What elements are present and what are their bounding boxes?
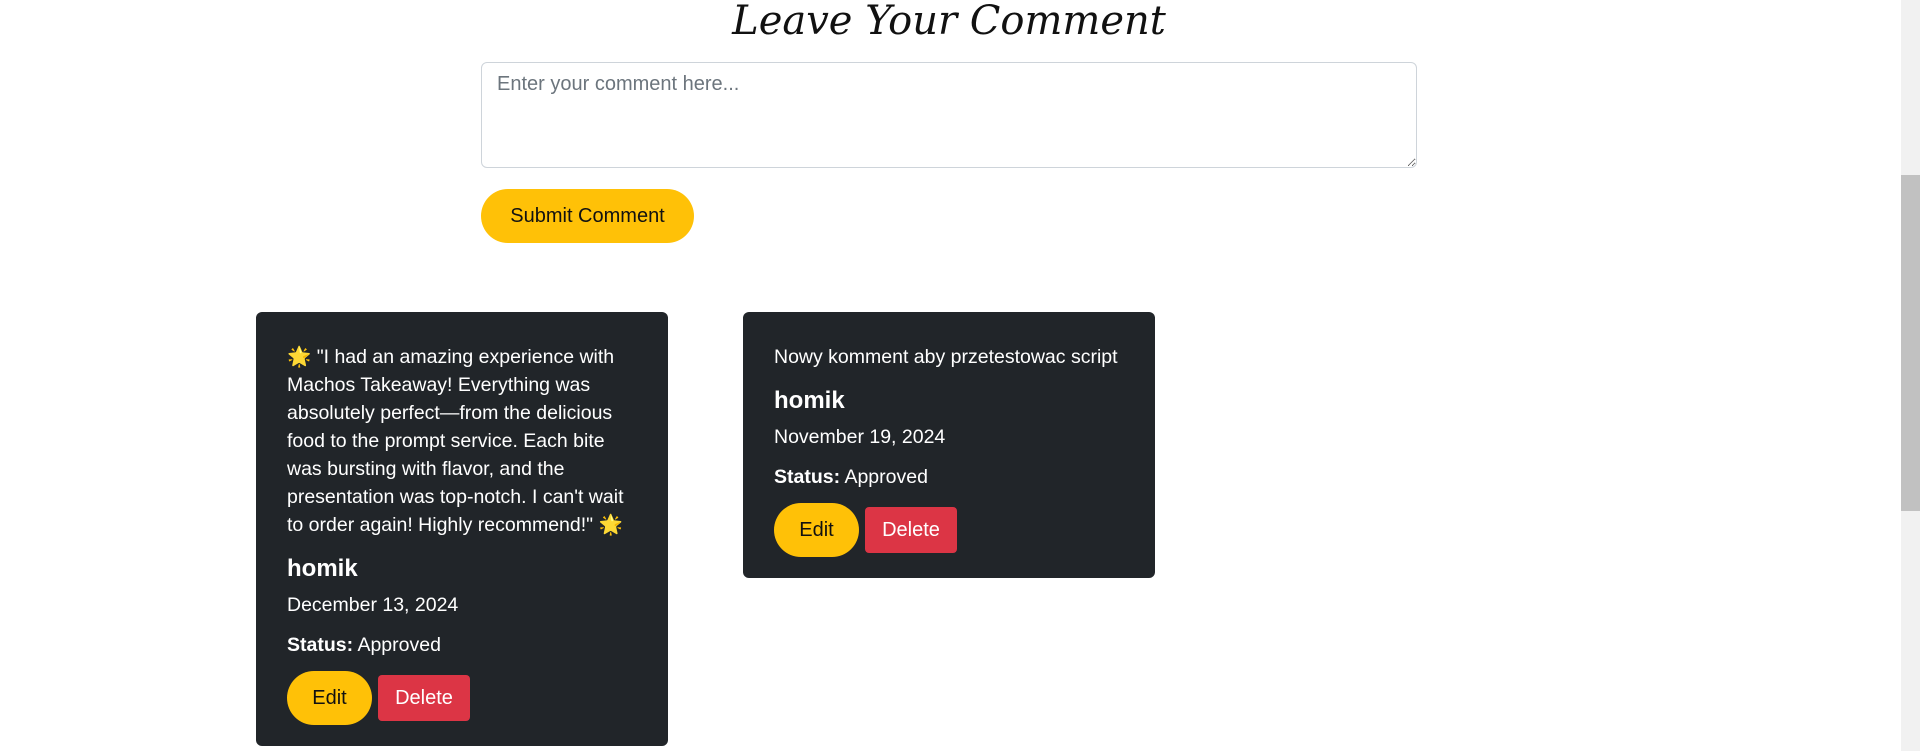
comment-textarea[interactable] [481, 62, 1417, 168]
comment-actions: Edit Delete [287, 671, 637, 725]
delete-button[interactable]: Delete [865, 507, 957, 553]
status-label: Status: [774, 466, 841, 488]
comment-card: 🌟 "I had an amazing experience with Mach… [256, 312, 668, 746]
delete-button[interactable]: Delete [378, 675, 470, 721]
page-scrollbar[interactable] [1901, 0, 1920, 751]
comment-status: Status: Approved [774, 463, 1124, 491]
submit-comment-button[interactable]: Submit Comment [481, 189, 694, 243]
status-label: Status: [287, 634, 354, 656]
page: Leave Your Comment Submit Comment 🌟 "I h… [0, 0, 1920, 751]
comment-text: 🌟 "I had an amazing experience with Mach… [287, 346, 624, 536]
comment-date: November 19, 2024 [774, 426, 946, 448]
status-value: Approved [357, 634, 441, 656]
comment-author: homik [287, 555, 358, 582]
comment-form-heading: Leave Your Comment [732, 0, 1166, 44]
comment-author: homik [774, 387, 845, 414]
edit-button[interactable]: Edit [287, 671, 372, 725]
edit-button[interactable]: Edit [774, 503, 859, 557]
comment-text: Nowy komment aby przetestowac script [774, 346, 1118, 368]
comment-card: Nowy komment aby przetestowac script hom… [743, 312, 1155, 578]
comment-date: December 13, 2024 [287, 594, 459, 616]
status-value: Approved [844, 466, 928, 488]
comment-actions: Edit Delete [774, 503, 1124, 557]
comment-status: Status: Approved [287, 631, 637, 659]
scrollbar-thumb[interactable] [1901, 175, 1920, 511]
